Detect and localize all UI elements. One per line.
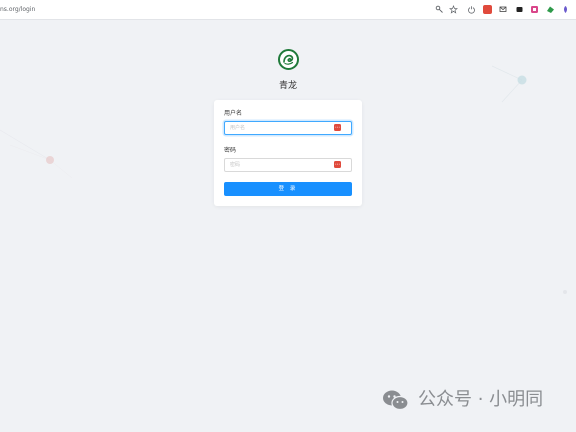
extension-dark-icon[interactable] [515, 5, 524, 14]
login-button[interactable]: 登 录 [224, 182, 352, 196]
browser-toolbar: ns.org/login [0, 0, 576, 20]
extension-green-icon[interactable] [546, 5, 555, 14]
username-label: 用户名 [224, 110, 243, 117]
extension-red-icon[interactable] [483, 5, 492, 14]
extension-mail-icon[interactable] [499, 5, 508, 14]
wechat-icon [383, 390, 409, 411]
username-input[interactable] [224, 121, 352, 135]
password-label: 密码 [224, 147, 237, 154]
extension-purple-icon[interactable] [561, 5, 570, 14]
watermark: 公众号 · 小明同 [380, 388, 543, 412]
key-icon[interactable] [435, 5, 444, 14]
qinglong-dragon-logo-icon [281, 52, 296, 67]
address-bar[interactable]: ns.org/login [0, 5, 35, 14]
password-manager-icon[interactable]: ••• [334, 161, 341, 168]
extension-pink-icon[interactable] [530, 5, 539, 14]
password-input[interactable] [224, 158, 352, 172]
app-logo [278, 49, 299, 70]
star-icon[interactable] [449, 5, 458, 14]
power-icon[interactable] [467, 5, 476, 14]
watermark-text: 公众号 · 小明同 [418, 389, 544, 410]
password-manager-icon[interactable]: ••• [334, 124, 341, 131]
app-title: 青龙 [278, 81, 297, 91]
